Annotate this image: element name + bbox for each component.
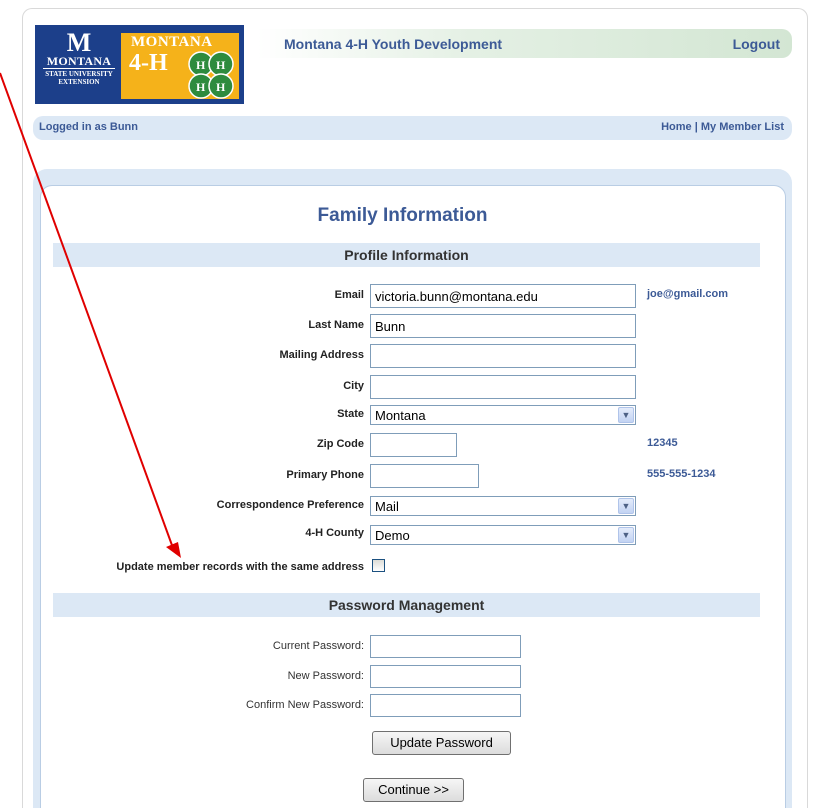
annotation-arrow-icon bbox=[0, 72, 181, 558]
